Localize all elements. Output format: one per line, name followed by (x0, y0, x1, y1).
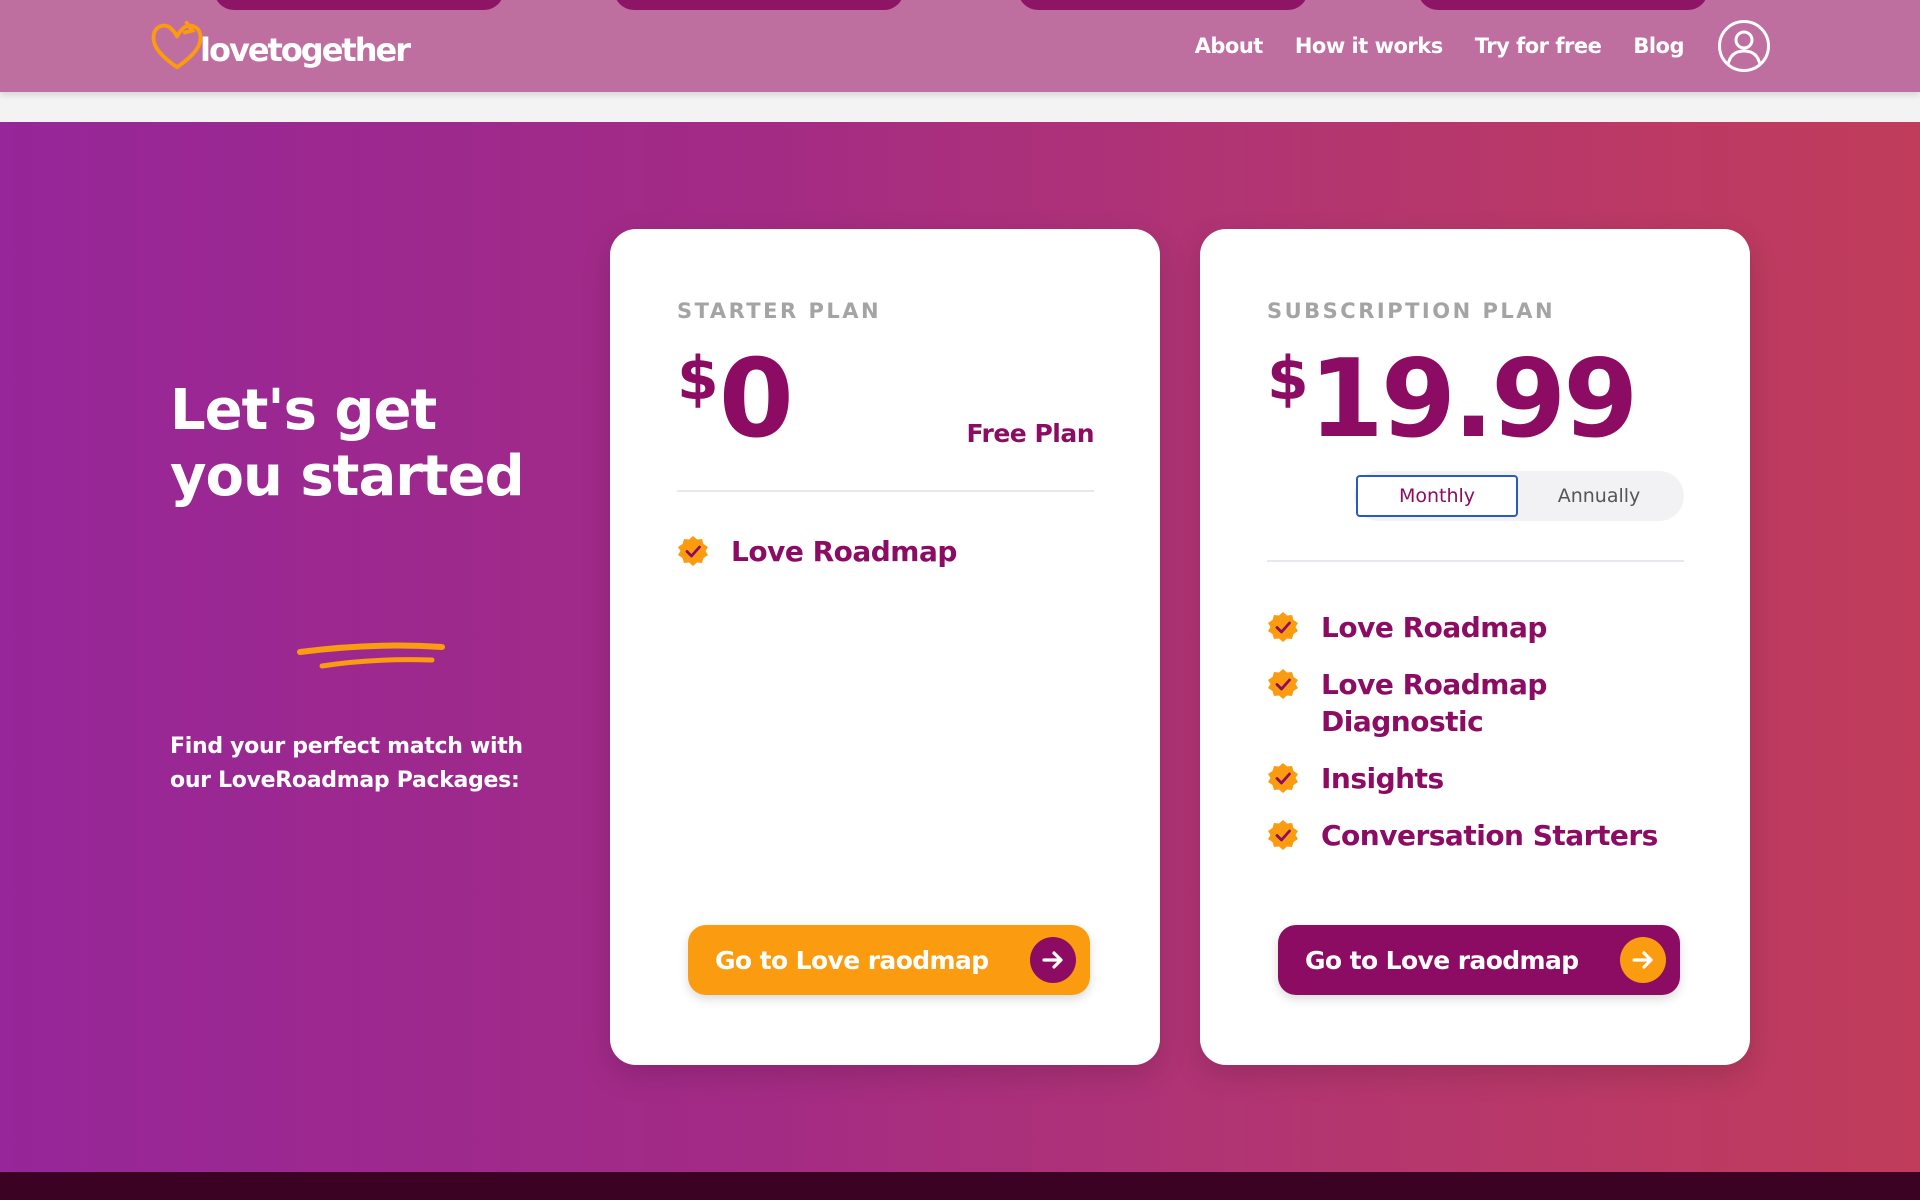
price-amount: 19.99 (1308, 337, 1639, 462)
nav-about[interactable]: About (1195, 34, 1264, 58)
feature-item: Conversation Starters (1267, 817, 1710, 854)
currency-symbol: $ (677, 344, 719, 414)
underline-swoosh-decoration (297, 642, 445, 669)
plan-price: $ 0 (677, 337, 794, 462)
feature-item: Love Roadmap (1267, 609, 1710, 646)
feature-list: Love Roadmap (677, 533, 1120, 590)
site-logo[interactable]: lovetogether (148, 16, 411, 76)
plan-name: STARTER PLAN (677, 299, 882, 323)
price-amount: 0 (718, 337, 794, 462)
pricing-section: Let's get you started Find your perfect … (0, 122, 1920, 1172)
subscription-cta-button[interactable]: Go to Love raodmap (1278, 925, 1680, 995)
logo-wordmark: lovetogether (200, 31, 411, 69)
arrow-right-icon (1030, 937, 1076, 983)
verified-check-icon (1268, 763, 1298, 793)
verified-check-icon (1268, 669, 1298, 699)
footer-strip (0, 1172, 1920, 1200)
starter-plan-card: STARTER PLAN $ 0 Free Plan Love Roadmap … (610, 229, 1160, 1065)
plan-name: SUBSCRIPTION PLAN (1267, 299, 1556, 323)
verified-check-icon (678, 536, 708, 566)
arrow-right-icon (1620, 937, 1666, 983)
verified-check-icon (1268, 612, 1298, 642)
feature-list: Love Roadmap Love Roadmap Diagnostic Ins… (1267, 609, 1710, 874)
free-plan-label: Free Plan (966, 419, 1095, 448)
top-tab-decoration (614, 0, 904, 10)
billing-toggle: Monthly Annually (1354, 471, 1684, 521)
starter-cta-button[interactable]: Go to Love raodmap (688, 925, 1090, 995)
heart-logo-icon (151, 20, 203, 70)
feature-item: Love Roadmap (677, 533, 1120, 570)
top-tab-decoration (1018, 0, 1308, 10)
feature-label: Love Roadmap (1321, 611, 1547, 644)
cta-label: Go to Love raodmap (1305, 945, 1579, 975)
billing-annually-option[interactable]: Annually (1518, 475, 1680, 517)
divider (1267, 560, 1684, 562)
main-nav: About How it works Try for free Blog (1195, 34, 1685, 58)
hero-subtext: Find your perfect match with our LoveRoa… (170, 734, 523, 793)
headline-line-2: you started (170, 444, 525, 509)
nav-blog[interactable]: Blog (1633, 34, 1684, 58)
top-tab-decoration (214, 0, 504, 10)
cta-label: Go to Love raodmap (715, 945, 989, 975)
feature-label: Love Roadmap Diagnostic (1321, 668, 1547, 738)
verified-check-icon (1268, 820, 1298, 850)
hero-headline: Let's get you started (170, 378, 525, 510)
nav-try-for-free[interactable]: Try for free (1475, 34, 1602, 58)
site-header: lovetogether About How it works Try for … (0, 0, 1920, 92)
feature-item: Insights (1267, 760, 1710, 797)
divider (677, 490, 1094, 492)
currency-symbol: $ (1267, 344, 1309, 414)
feature-item: Love Roadmap Diagnostic (1267, 666, 1710, 740)
feature-label: Love Roadmap (731, 535, 957, 568)
billing-monthly-option[interactable]: Monthly (1356, 475, 1518, 517)
top-tab-decoration (1418, 0, 1708, 10)
feature-label: Insights (1321, 762, 1444, 795)
subscription-plan-card: SUBSCRIPTION PLAN $ 19.99 Monthly Annual… (1200, 229, 1750, 1065)
user-account-button[interactable] (1718, 20, 1770, 72)
headline-line-1: Let's get (170, 378, 437, 443)
feature-label: Conversation Starters (1321, 819, 1658, 852)
plan-price: $ 19.99 (1267, 337, 1639, 462)
user-icon (1726, 30, 1762, 66)
nav-how-it-works[interactable]: How it works (1295, 34, 1443, 58)
